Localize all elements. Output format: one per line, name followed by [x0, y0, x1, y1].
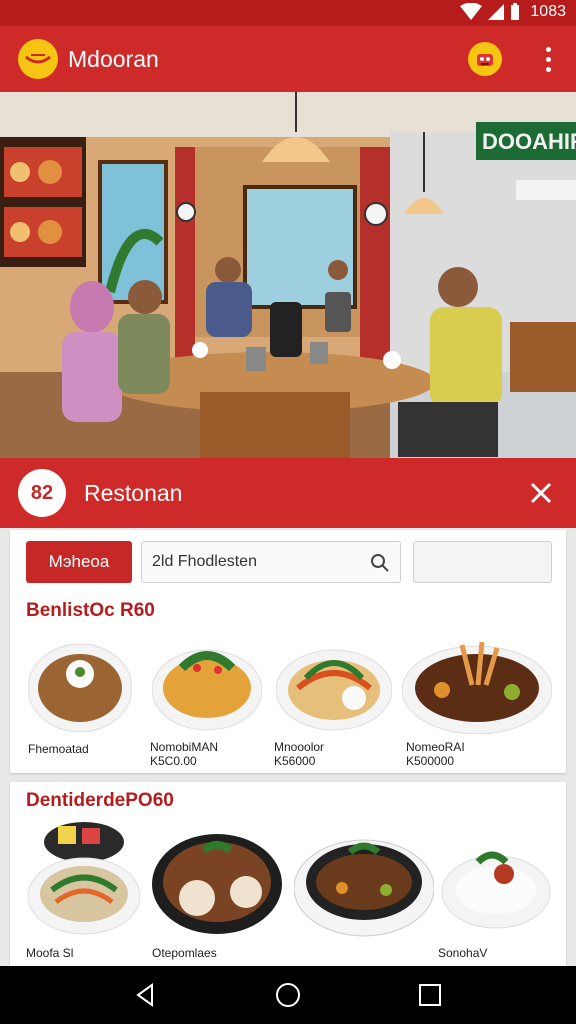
close-icon[interactable]: [526, 478, 556, 508]
category-chip[interactable]: Mэheoa: [26, 541, 132, 583]
wifi-icon: [460, 3, 483, 20]
home-icon[interactable]: [274, 981, 302, 1009]
restaurant-name: Restonan: [84, 479, 183, 506]
filter-dropdown[interactable]: [413, 541, 552, 583]
system-nav-bar: [0, 966, 576, 1024]
restaurant-sign: DOOAHIR: [482, 129, 576, 154]
food-item-2[interactable]: [151, 638, 263, 737]
menu-card-2: DentiderdePO60 Moofa Sl Otepomlaes Sonoh…: [10, 782, 566, 966]
food-name: Mnooolor: [274, 740, 325, 754]
menu-card-1: Mэheoa BenlistOc R60 Fhemoatad NomobiMAN…: [10, 530, 566, 773]
restaurant-badge: 82: [18, 469, 66, 517]
battery-icon: [511, 3, 520, 20]
food-item-3[interactable]: [275, 638, 393, 737]
food-name: Otepomlaes: [152, 946, 217, 960]
food-item-4[interactable]: [401, 630, 553, 739]
status-bar: 1083: [0, 0, 576, 26]
logo-icon[interactable]: [18, 39, 58, 79]
back-icon[interactable]: [132, 981, 160, 1009]
app-title: Mdooran: [68, 45, 159, 72]
food-item-8[interactable]: [440, 844, 552, 935]
search-icon[interactable]: [370, 553, 390, 573]
food-price: K56000: [274, 754, 316, 768]
search-field[interactable]: [141, 541, 401, 583]
clock: 1083: [530, 3, 566, 20]
food-name: NomobiMAN: [150, 740, 219, 754]
food-name: Moofa Sl: [26, 946, 74, 960]
food-item-7[interactable]: [293, 832, 435, 943]
restaurant-header: 82 Restonan: [0, 458, 576, 528]
app-bar: Mdooran: [0, 26, 576, 92]
section-title-1: BenlistOc R60: [26, 600, 155, 621]
food-item-1[interactable]: [27, 638, 133, 737]
food-name: SonohaV: [438, 946, 488, 960]
food-item-6[interactable]: [152, 832, 282, 941]
food-name: Fhemoatad: [28, 742, 89, 756]
hero-image: DOOAHIR: [0, 92, 576, 462]
search-input[interactable]: [152, 553, 362, 571]
recents-icon[interactable]: [416, 981, 444, 1009]
more-vert-icon[interactable]: [538, 40, 558, 78]
food-item-5[interactable]: [26, 820, 142, 945]
food-price: K5C0.00: [150, 754, 197, 768]
food-name: NomeoRAI: [406, 740, 465, 754]
section-title-2: DentiderdePO60: [26, 790, 174, 811]
food-price: K500000: [406, 754, 455, 768]
signal-icon: [488, 4, 505, 20]
cart-icon[interactable]: [468, 42, 502, 76]
